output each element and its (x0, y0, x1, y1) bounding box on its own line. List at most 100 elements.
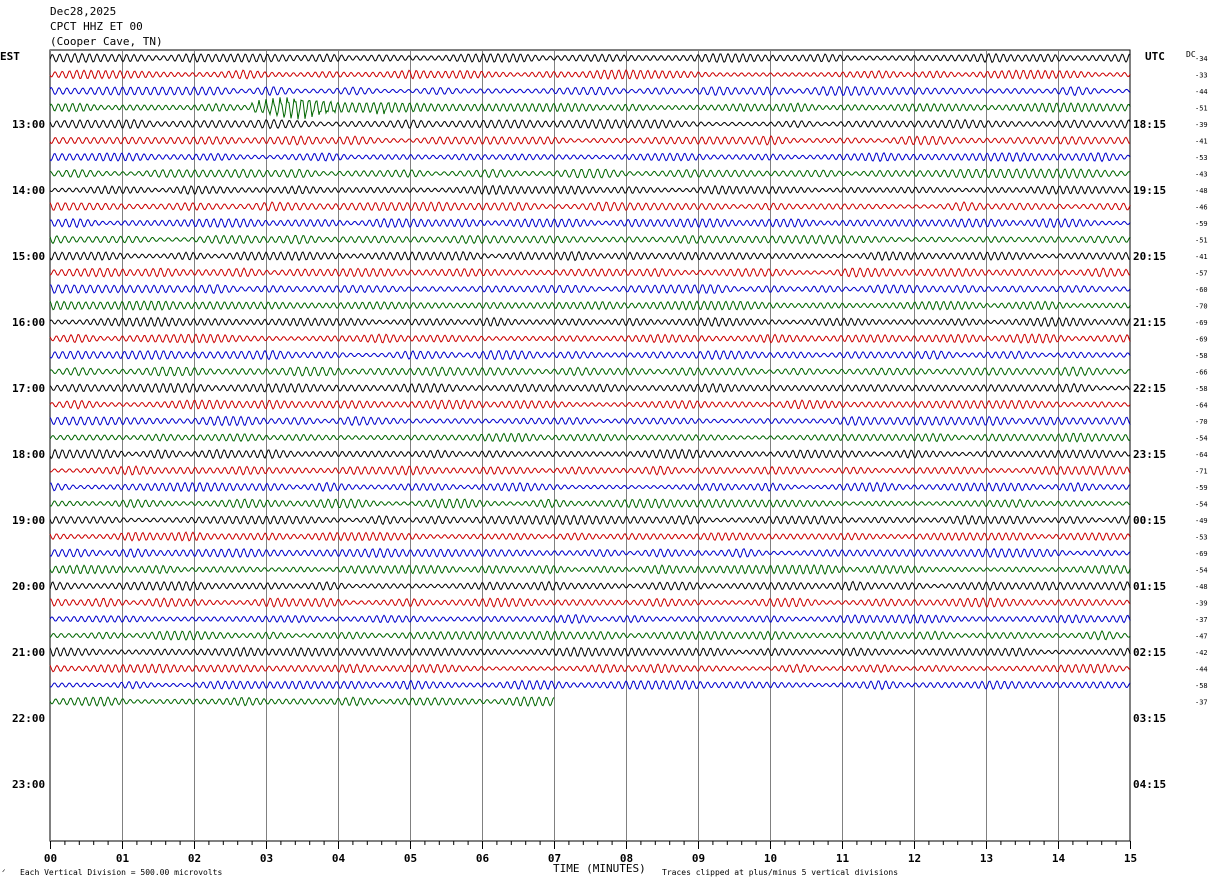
dc-offset-label: -59 (1195, 484, 1208, 492)
right-timezone-label: UTC (1145, 50, 1165, 63)
x-tick-label: 14 (1052, 852, 1066, 865)
seismic-trace (49, 349, 1131, 361)
date-label: Dec28,2025 (50, 5, 117, 18)
dc-offset-label: -51 (1195, 237, 1208, 245)
dc-offset-label: -47 (1195, 633, 1208, 641)
left-timezone-label: EST (0, 50, 20, 63)
seismic-trace (49, 448, 1131, 460)
seismic-trace (49, 663, 1131, 674)
x-tick-label: 03 (260, 852, 273, 865)
dc-offset-label: -53 (1195, 534, 1208, 542)
seismic-trace (49, 69, 1131, 80)
dc-offset-label: -69 (1195, 319, 1208, 327)
seismic-trace (49, 250, 1131, 262)
seismic-trace (49, 366, 1131, 377)
clip-note: Traces clipped at plus/minus 5 vertical … (662, 868, 899, 877)
seismic-trace (49, 629, 1131, 641)
x-tick-label: 00 (44, 852, 57, 865)
seismic-trace (49, 267, 1131, 278)
right-hour-label: 18:15 (1133, 118, 1166, 131)
seismic-trace (49, 118, 1131, 130)
seismogram-chart: 00 01 02 03 04 05 06 07 08 09 10 11 12 13 14 1513:0014:… (12, 49, 1208, 865)
left-hour-label: 16:00 (12, 316, 45, 329)
dc-offset-label: -44 (1195, 88, 1208, 96)
left-hour-label: 13:00 (12, 118, 45, 131)
dc-offset-label: -39 (1195, 600, 1208, 608)
left-hour-label: 20:00 (12, 580, 45, 593)
station-label: CPCT HHZ ET 00 (50, 20, 143, 33)
seismic-trace (49, 531, 1131, 542)
right-hour-label: 04:15 (1133, 778, 1166, 791)
right-hour-label: 02:15 (1133, 646, 1166, 659)
dc-offset-label: -54 (1195, 435, 1208, 443)
x-tick-label: 04 (332, 852, 346, 865)
left-hour-label: 22:00 (12, 712, 45, 725)
x-tick-label: 06 (476, 852, 490, 865)
seismic-trace (49, 152, 1131, 163)
dc-offset-label: -42 (1195, 649, 1208, 657)
logo-mark: ᐟ (2, 868, 6, 877)
dc-offset-label: -39 (1195, 121, 1208, 129)
seismic-trace (49, 52, 1131, 64)
dc-offset-label: -58 (1195, 385, 1208, 393)
dc-offset-label: -64 (1195, 451, 1208, 459)
right-hour-label: 23:15 (1133, 448, 1166, 461)
left-hour-label: 15:00 (12, 250, 45, 263)
dc-offset-label: -69 (1195, 550, 1208, 558)
x-tick-label: 09 (692, 852, 705, 865)
seismic-trace (49, 201, 1131, 212)
right-hour-label: 19:15 (1133, 184, 1166, 197)
dc-header-label: DC (1186, 50, 1196, 59)
seismic-trace (49, 465, 1131, 476)
dc-offset-label: -59 (1195, 220, 1208, 228)
x-tick-label: 13 (980, 852, 993, 865)
dc-offset-label: -53 (1195, 154, 1208, 162)
dc-offset-label: -33 (1195, 72, 1208, 80)
left-hour-label: 14:00 (12, 184, 45, 197)
dc-offset-label: -41 (1195, 253, 1208, 261)
left-hour-label: 17:00 (12, 382, 45, 395)
x-tick-label: 12 (908, 852, 921, 865)
seismic-trace (49, 415, 1131, 427)
seismic-trace (49, 97, 1131, 120)
dc-offset-label: -37 (1195, 616, 1208, 624)
dc-offset-label: -54 (1195, 567, 1208, 575)
seismic-trace (49, 316, 1131, 328)
right-hour-label: 22:15 (1133, 382, 1166, 395)
dc-offset-label: -48 (1195, 583, 1208, 591)
seismic-trace (49, 399, 1131, 410)
x-tick-label: 15 (1124, 852, 1137, 865)
seismic-trace (49, 217, 1131, 229)
dc-offset-label: -49 (1195, 517, 1208, 525)
seismic-trace (49, 696, 555, 707)
dc-offset-label: -70 (1195, 303, 1208, 311)
x-tick-label: 11 (836, 852, 850, 865)
right-hour-label: 03:15 (1133, 712, 1166, 725)
seismic-trace (49, 580, 1131, 592)
x-tick-label: 01 (116, 852, 130, 865)
dc-offset-label: -41 (1195, 138, 1208, 146)
seismic-trace (49, 234, 1131, 245)
dc-offset-label: -43 (1195, 171, 1208, 179)
dc-offset-label: -66 (1195, 369, 1208, 377)
dc-offset-label: -48 (1195, 187, 1208, 195)
seismic-trace (49, 284, 1131, 294)
dc-offset-label: -70 (1195, 418, 1208, 426)
dc-offset-label: -64 (1195, 402, 1208, 410)
seismic-trace (49, 333, 1131, 344)
dc-offset-label: -60 (1195, 286, 1208, 294)
seismic-trace (49, 646, 1131, 658)
left-hour-label: 19:00 (12, 514, 45, 527)
seismic-trace (49, 300, 1131, 311)
right-hour-label: 20:15 (1133, 250, 1166, 263)
dc-offset-label: -37 (1195, 699, 1208, 707)
seismic-trace (49, 382, 1131, 394)
dc-offset-label: -57 (1195, 270, 1208, 278)
seismic-trace (49, 432, 1131, 443)
dc-offset-label: -54 (1195, 501, 1208, 509)
seismic-trace (49, 514, 1131, 526)
seismic-trace (49, 613, 1131, 625)
seismic-trace (49, 184, 1131, 196)
dc-offset-label: -71 (1195, 468, 1208, 476)
dc-offset-label: -58 (1195, 682, 1208, 690)
